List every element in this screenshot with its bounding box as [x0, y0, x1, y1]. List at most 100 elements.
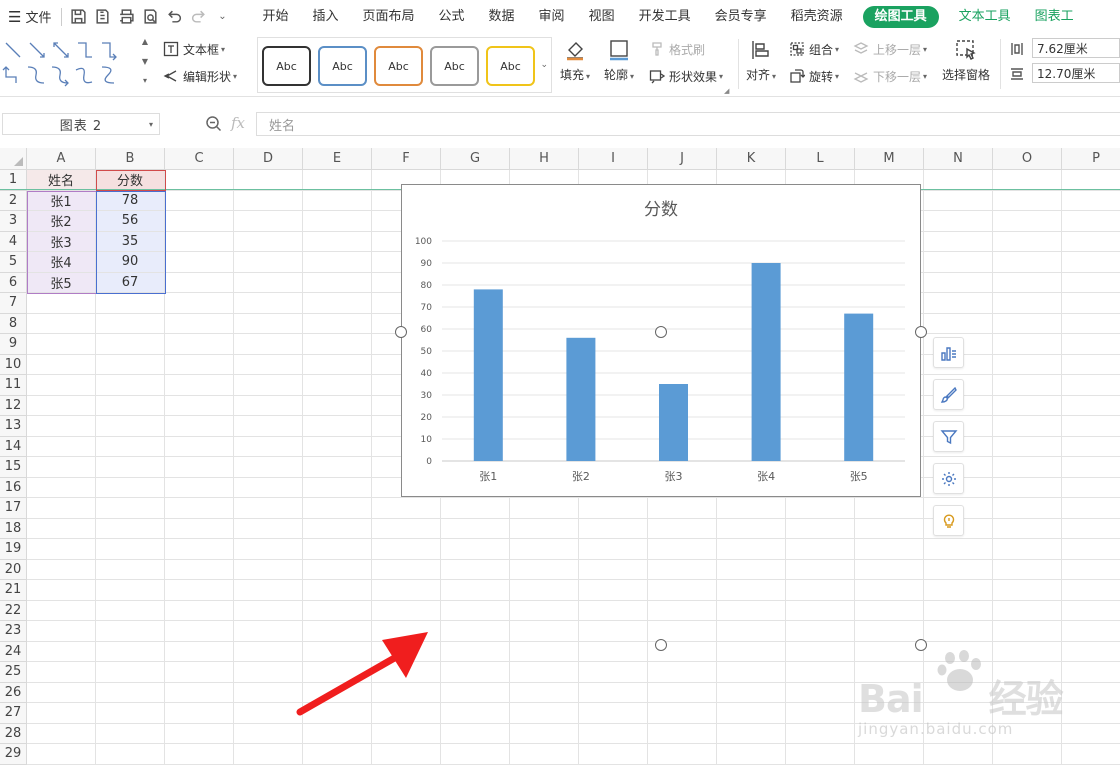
scroll-down-icon[interactable]: ▼	[142, 57, 148, 66]
more-styles-icon[interactable]: ⌄	[540, 60, 548, 70]
column-header[interactable]: J	[648, 148, 717, 170]
row-header[interactable]: 8	[0, 313, 27, 334]
select-all-corner[interactable]	[0, 148, 27, 170]
lightbulb-icon[interactable]	[933, 505, 964, 536]
chevron-down-icon[interactable]: ▾	[149, 120, 154, 129]
row-header[interactable]: 27	[0, 703, 27, 724]
column-header[interactable]: K	[717, 148, 786, 170]
textbox-button[interactable]: 文本框 ▾	[162, 40, 225, 58]
dialog-launcher-icon[interactable]: ◢	[724, 87, 729, 95]
tab-insert[interactable]: 插入	[300, 0, 350, 33]
row-header[interactable]: 3	[0, 211, 27, 232]
fx-icon[interactable]: fx	[231, 114, 245, 132]
header-cell-name[interactable]: 姓名	[27, 170, 95, 190]
tab-page-layout[interactable]: 页面布局	[351, 0, 427, 33]
tab-view[interactable]: 视图	[577, 0, 627, 33]
row-header[interactable]: 23	[0, 621, 27, 642]
expand-gallery-icon[interactable]: ▾	[143, 76, 147, 85]
row-header[interactable]: 12	[0, 395, 27, 416]
bar-chart[interactable]: 分数 0 10 20 30 40 50 60 70 80 90 100 张1 张2 张3 张4 张5	[401, 184, 921, 497]
outline-button[interactable]: 轮廓 ▾	[604, 37, 634, 83]
column-header[interactable]: O	[993, 148, 1062, 170]
row-header[interactable]: 20	[0, 559, 27, 580]
row-header[interactable]: 15	[0, 457, 27, 478]
column-header[interactable]: E	[303, 148, 372, 170]
row-header[interactable]: 22	[0, 600, 27, 621]
name-box[interactable]: 图表 2 ▾	[2, 113, 160, 135]
shape-effects-button[interactable]: 形状效果 ▾	[648, 67, 723, 85]
selection-pane-button[interactable]: 选择窗格	[942, 37, 990, 83]
width-field[interactable]: 12.70厘米	[1032, 63, 1120, 83]
tab-data[interactable]: 数据	[477, 0, 527, 33]
scroll-up-icon[interactable]: ▲	[142, 37, 148, 46]
print-icon[interactable]	[114, 5, 138, 29]
row-header[interactable]: 29	[0, 744, 27, 765]
zoom-icon[interactable]	[205, 115, 223, 133]
row-header[interactable]: 26	[0, 682, 27, 703]
column-header[interactable]: B	[96, 148, 165, 170]
row-header[interactable]: 14	[0, 436, 27, 457]
save-icon[interactable]	[66, 5, 90, 29]
row-header[interactable]: 24	[0, 641, 27, 662]
column-header[interactable]: C	[165, 148, 234, 170]
align-button[interactable]: 对齐 ▾	[746, 37, 776, 83]
rotate-button[interactable]: 旋转 ▾	[788, 67, 839, 85]
brush-icon[interactable]	[933, 379, 964, 410]
redo-icon[interactable]	[186, 5, 210, 29]
column-header[interactable]: L	[786, 148, 855, 170]
chart-elements-icon[interactable]	[933, 337, 964, 368]
column-header[interactable]: I	[579, 148, 648, 170]
column-header[interactable]: A	[27, 148, 96, 170]
tab-review[interactable]: 审阅	[527, 0, 577, 33]
row-header[interactable]: 16	[0, 477, 27, 498]
print-preview-icon[interactable]	[138, 5, 162, 29]
fill-button[interactable]: 填充 ▾	[560, 37, 590, 83]
tab-member[interactable]: 会员专享	[703, 0, 779, 33]
line-shapes-gallery[interactable]	[2, 37, 126, 89]
tab-drawing-tools[interactable]: 绘图工具	[862, 5, 939, 28]
row-header[interactable]: 7	[0, 293, 27, 314]
format-painter-button[interactable]: 格式刷	[648, 40, 705, 58]
tab-home[interactable]: 开始	[250, 0, 300, 33]
column-header[interactable]: D	[234, 148, 303, 170]
row-header[interactable]: 11	[0, 375, 27, 396]
shape-style-5[interactable]: Abc	[486, 46, 535, 86]
undo-icon[interactable]	[162, 5, 186, 29]
export-pdf-icon[interactable]	[90, 5, 114, 29]
height-field[interactable]: 7.62厘米	[1032, 38, 1120, 58]
row-header[interactable]: 25	[0, 662, 27, 683]
row-header[interactable]: 4	[0, 231, 27, 252]
row-header[interactable]: 21	[0, 580, 27, 601]
tab-text-tools[interactable]: 文本工具	[947, 0, 1023, 33]
edit-shape-button[interactable]: 编辑形状 ▾	[162, 67, 237, 85]
resize-handle-top-left[interactable]	[395, 326, 407, 338]
resize-handle-top-right[interactable]	[915, 326, 927, 338]
tab-formulas[interactable]: 公式	[427, 0, 477, 33]
group-button[interactable]: 组合 ▾	[788, 40, 839, 58]
filter-icon[interactable]	[933, 421, 964, 452]
row-header[interactable]: 9	[0, 334, 27, 355]
shape-style-1[interactable]: Abc	[262, 46, 311, 86]
resize-handle-top[interactable]	[655, 326, 667, 338]
file-menu[interactable]: ☰ 文件	[0, 7, 57, 27]
row-header[interactable]: 13	[0, 416, 27, 437]
resize-handle-bottom[interactable]	[655, 639, 667, 651]
gear-icon[interactable]	[933, 463, 964, 494]
row-header[interactable]: 17	[0, 498, 27, 519]
gallery-scroll[interactable]: ▲ ▼ ▾	[138, 37, 152, 85]
tab-docer[interactable]: 稻壳资源	[779, 0, 855, 33]
formula-input[interactable]: 姓名	[256, 112, 1120, 136]
tab-chart-tools[interactable]: 图表工	[1023, 0, 1086, 33]
row-header[interactable]: 6	[0, 272, 27, 293]
row-header[interactable]: 10	[0, 354, 27, 375]
row-header[interactable]: 1	[0, 170, 27, 191]
bring-forward-button[interactable]: 上移一层 ▾	[852, 40, 927, 58]
shape-style-3[interactable]: Abc	[374, 46, 423, 86]
customize-quick-access-icon[interactable]: ⌄	[210, 5, 234, 29]
send-backward-button[interactable]: 下移一层 ▾	[852, 67, 927, 85]
row-header[interactable]: 18	[0, 518, 27, 539]
row-header[interactable]: 2	[0, 190, 27, 211]
column-header[interactable]: N	[924, 148, 993, 170]
column-header[interactable]: P	[1062, 148, 1120, 170]
shape-style-4[interactable]: Abc	[430, 46, 479, 86]
